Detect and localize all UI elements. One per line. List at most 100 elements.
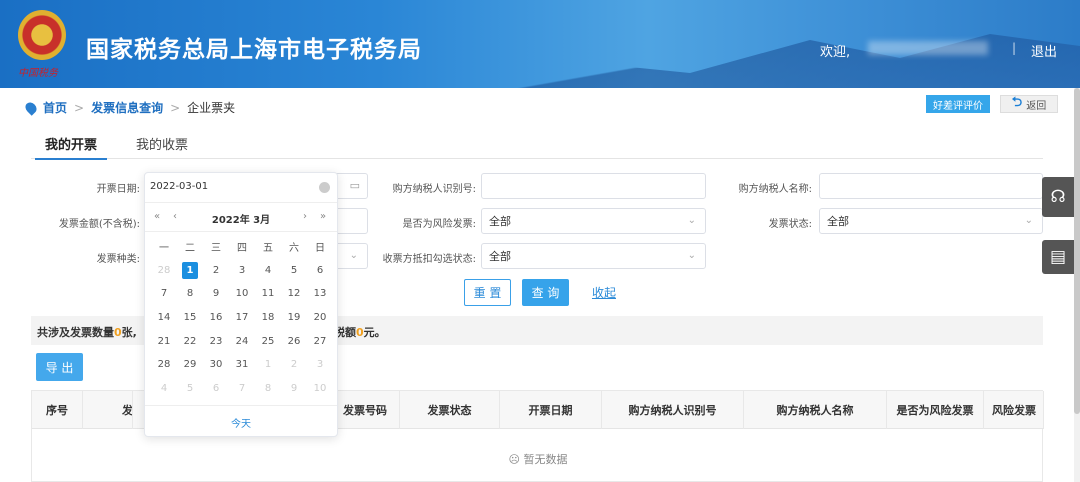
day-number: 5 — [186, 382, 194, 394]
calendar-day[interactable]: 26 — [281, 336, 307, 347]
calendar-day[interactable]: 2 — [281, 359, 307, 370]
query-button[interactable]: 查 询 — [522, 279, 569, 306]
calendar-day[interactable]: 21 — [151, 336, 177, 347]
day-number: 28 — [157, 359, 171, 371]
customer-service-button[interactable]: ☊ — [1042, 177, 1074, 217]
selected-day[interactable]: 1 — [177, 261, 203, 279]
calendar-day[interactable]: 15 — [177, 312, 203, 323]
calendar-day[interactable]: 16 — [203, 312, 229, 323]
next-month-button[interactable]: › — [303, 211, 307, 222]
buyer-name-label: 购方纳税人名称: — [738, 184, 812, 195]
weekday-label: 六 — [289, 243, 299, 255]
calendar-day[interactable]: 4 — [151, 383, 177, 394]
manual-button[interactable]: ▤ — [1042, 240, 1074, 274]
day-number: 3 — [316, 359, 324, 371]
empty-state: ☹ 暂无数据 — [32, 451, 1044, 467]
day-number: 13 — [313, 288, 327, 300]
calendar-day[interactable]: 31 — [229, 359, 255, 370]
export-button[interactable]: 导 出 — [36, 353, 83, 381]
logout-link[interactable]: 退出 — [1031, 41, 1057, 60]
calendar-day[interactable]: 7 — [229, 383, 255, 394]
buyer-name-input[interactable] — [819, 173, 1043, 199]
calendar-day[interactable]: 10 — [307, 383, 333, 394]
week-row: 4 5 6 7 8 9 10 — [151, 377, 333, 401]
calendar-day[interactable]: 6 — [307, 265, 333, 276]
calendar-day[interactable]: 2 — [203, 265, 229, 276]
calendar-day[interactable]: 23 — [203, 336, 229, 347]
deduct-status-label: 收票方抵扣勾选状态: — [382, 254, 476, 265]
calendar-day[interactable]: 10 — [229, 288, 255, 299]
day-number: 2 — [212, 264, 220, 276]
calendar-day[interactable]: 28 — [151, 359, 177, 370]
calendar-day[interactable]: 19 — [281, 312, 307, 323]
tab-my-received[interactable]: 我的收票 — [136, 134, 188, 153]
calendar-day[interactable]: 12 — [281, 288, 307, 299]
scrollbar[interactable] — [1074, 88, 1080, 482]
calendar-day[interactable]: 7 — [151, 288, 177, 299]
calendar-day[interactable]: 4 — [255, 265, 281, 276]
calendar-day[interactable]: 13 — [307, 288, 333, 299]
day-number: 1 — [182, 261, 198, 279]
tab-my-issued[interactable]: 我的开票 — [34, 134, 108, 160]
day-number: 5 — [290, 264, 298, 276]
day-number: 29 — [183, 359, 197, 371]
breadcrumb-invoice-query[interactable]: 发票信息查询 — [91, 99, 163, 116]
today-button[interactable]: 今天 — [145, 405, 337, 437]
next-year-button[interactable]: » — [320, 211, 326, 222]
calendar-day[interactable]: 8 — [177, 288, 203, 299]
evaluate-button[interactable]: 好差评评价 — [926, 95, 990, 113]
clear-icon[interactable] — [319, 182, 330, 193]
back-button[interactable]: ⮌ 返回 — [1000, 95, 1058, 113]
date-value: 2022-03-01 — [150, 181, 209, 192]
calendar-day[interactable]: 22 — [177, 336, 203, 347]
day-number: 14 — [157, 312, 171, 324]
breadcrumb-separator: > — [74, 100, 85, 115]
calendar-day[interactable]: 8 — [255, 383, 281, 394]
calendar-day[interactable]: 9 — [203, 288, 229, 299]
column-header: 购方纳税人识别号 — [602, 391, 744, 429]
deduct-status-value: 全部 — [489, 250, 511, 263]
day-number: 10 — [235, 288, 249, 300]
calendar-day[interactable]: 5 — [281, 265, 307, 276]
tax-emblem-logo — [18, 10, 66, 60]
invoice-count: 0 — [114, 326, 122, 339]
calendar-day[interactable]: 3 — [307, 359, 333, 370]
column-header: 序号 — [32, 391, 83, 429]
calendar-day[interactable]: 17 — [229, 312, 255, 323]
breadcrumb-separator: > — [170, 100, 181, 115]
status-select[interactable]: 全部 ⌄ — [819, 208, 1043, 234]
date-picker-input[interactable]: 2022-03-01 — [145, 173, 337, 203]
calendar-day[interactable]: 18 — [255, 312, 281, 323]
calendar-day[interactable]: 11 — [255, 288, 281, 299]
return-arrow-icon: ⮌ — [1011, 95, 1023, 110]
back-label: 返回 — [1026, 100, 1047, 112]
calendar-day[interactable]: 27 — [307, 336, 333, 347]
deduct-status-select[interactable]: 全部 ⌄ — [481, 243, 706, 269]
fold-link[interactable]: 收起 — [584, 279, 624, 306]
week-row: 7 8 9 10 11 12 13 — [151, 282, 333, 306]
calendar-day[interactable]: 29 — [177, 359, 203, 370]
week-row: 21 22 23 24 25 26 27 — [151, 329, 333, 353]
location-pin-icon — [23, 99, 39, 116]
calendar-day[interactable]: 28 — [151, 265, 177, 276]
calendar-day[interactable]: 3 — [229, 265, 255, 276]
calendar-day[interactable]: 6 — [203, 383, 229, 394]
calendar-day[interactable]: 14 — [151, 312, 177, 323]
calendar-day[interactable]: 20 — [307, 312, 333, 323]
calendar-day[interactable]: 1 — [255, 359, 281, 370]
scrollbar-thumb[interactable] — [1074, 88, 1080, 414]
calendar-day[interactable]: 5 — [177, 383, 203, 394]
day-number: 19 — [287, 312, 301, 324]
calendar-day[interactable]: 24 — [229, 336, 255, 347]
date-picker-popup: 2022-03-01 « ‹ 2022年 3月 › » 一二三四五六日 28 1 2 3… — [144, 172, 338, 437]
reset-button[interactable]: 重 置 — [464, 279, 511, 306]
calendar-day[interactable]: 25 — [255, 336, 281, 347]
day-number: 8 — [264, 382, 272, 394]
day-number: 21 — [157, 335, 171, 347]
calendar-day[interactable]: 30 — [203, 359, 229, 370]
column-header: 开票日期 — [500, 391, 602, 429]
day-number: 30 — [209, 359, 223, 371]
column-header: 风险发票 — [984, 391, 1044, 429]
breadcrumb-home[interactable]: 首页 — [43, 99, 67, 116]
calendar-day[interactable]: 9 — [281, 383, 307, 394]
